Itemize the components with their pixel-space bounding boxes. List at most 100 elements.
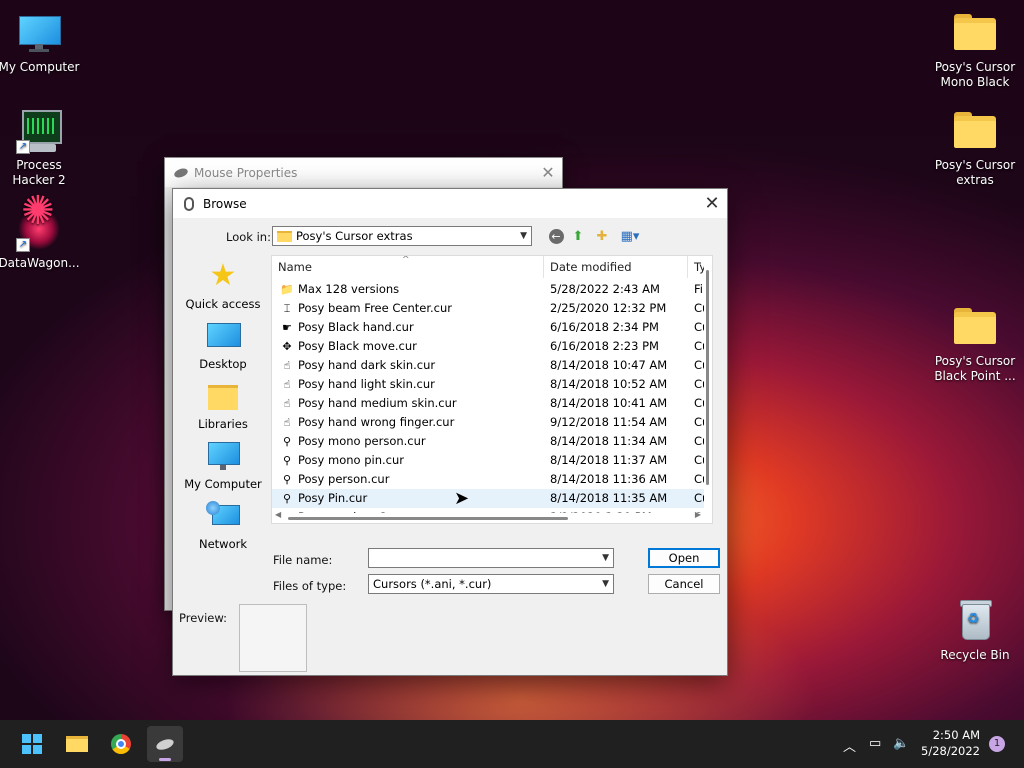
close-button[interactable]: ✕	[534, 163, 562, 182]
view-menu-icon: ▦▾	[620, 229, 640, 244]
desktop-icon-folder-extras[interactable]: Posy's Cursor extras	[932, 108, 1018, 188]
file-date: 8/14/2018 11:37 AM	[550, 453, 668, 467]
file-date: 8/14/2018 11:35 AM	[550, 491, 668, 505]
mouse-pointer-icon: ➤	[454, 488, 470, 509]
file-name: Posy person.cur	[298, 472, 390, 486]
desktop-icon-process-hacker[interactable]: ↗ Process Hacker 2	[0, 108, 82, 188]
file-explorer-icon	[66, 736, 88, 752]
look-in-label: Look in:	[226, 230, 271, 244]
desktop-icon-label: Process Hacker 2	[12, 158, 66, 187]
place-label: Network	[198, 537, 248, 551]
file-name: Posy hand dark skin.cur	[298, 358, 436, 372]
back-button[interactable]: ←	[546, 228, 566, 246]
horizontal-scrollbar[interactable]: ◀ ▶	[272, 510, 704, 523]
file-row[interactable]: ☝ Posy hand light skin.cur 8/14/2018 10:52…	[272, 375, 708, 394]
file-row[interactable]: ☝ Posy hand dark skin.cur 8/14/2018 10:47 …	[272, 356, 708, 375]
file-row[interactable]: ⚲ Posy mono person.cur 8/14/2018 11:34 AM C…	[272, 432, 708, 451]
volume-icon[interactable]: 🔈	[893, 736, 909, 751]
clock-time: 2:50 AM	[932, 728, 980, 742]
cursor-file-icon: ☛	[282, 321, 292, 334]
datawagon-icon: ↗	[16, 204, 62, 252]
files-of-type-value: Cursors (*.ani, *.cur)	[373, 577, 492, 591]
monitor-icon	[206, 441, 240, 471]
file-row[interactable]: ⌶ Posy beam Free Center.cur 2/25/2020 12:3…	[272, 299, 708, 318]
look-in-dropdown[interactable]: Posy's Cursor extras ▼	[272, 226, 532, 246]
new-folder-button[interactable]: ✚	[592, 228, 612, 246]
file-row[interactable]: ☛ Posy Black hand.cur 6/16/2018 2:34 PM Cu	[272, 318, 708, 337]
vertical-scrollbar[interactable]	[704, 256, 712, 523]
place-network[interactable]: Network	[179, 501, 267, 551]
places-bar: ★ Quick access Desktop Libraries My Comp…	[179, 255, 267, 555]
file-row[interactable]: 📁 Max 128 versions 5/28/2022 2:43 AM Fil	[272, 280, 706, 299]
file-name-input[interactable]: ▼	[368, 548, 614, 568]
browse-dialog: Browse ✕ Look in: Posy's Cursor extras ▼…	[172, 188, 728, 676]
chevron-down-icon: ▼	[520, 231, 527, 241]
browse-titlebar[interactable]: Browse ✕	[173, 189, 727, 218]
back-arrow-icon: ←	[548, 229, 564, 244]
column-header-date[interactable]: Date modified	[544, 256, 688, 278]
place-my-computer[interactable]: My Computer	[179, 441, 267, 491]
folder-icon	[952, 108, 998, 154]
network-tray-icon[interactable]: ▭	[869, 736, 881, 751]
chrome-icon	[111, 734, 131, 754]
star-icon: ★	[209, 258, 237, 293]
open-button[interactable]: Open	[648, 548, 720, 568]
files-of-type-dropdown[interactable]: Cursors (*.ani, *.cur) ▼	[368, 574, 614, 594]
monitor-icon	[16, 10, 62, 56]
file-date: 6/16/2018 2:23 PM	[550, 339, 659, 353]
folder-icon: 📁	[280, 283, 294, 296]
file-name: Max 128 versions	[298, 282, 400, 296]
up-folder-button[interactable]: ⬆	[568, 228, 588, 246]
place-quick-access[interactable]: ★ Quick access	[179, 258, 267, 312]
chevron-up-icon[interactable]: ︿	[843, 736, 856, 755]
desktop-icon-my-computer[interactable]: My Computer	[0, 10, 82, 75]
cursor-file-icon: ☝	[283, 359, 291, 372]
chrome-button[interactable]	[103, 726, 139, 762]
scrollbar-thumb[interactable]	[706, 270, 709, 485]
close-button[interactable]: ✕	[697, 193, 727, 214]
file-explorer-button[interactable]	[59, 726, 95, 762]
cursor-file-icon: ☝	[283, 378, 291, 391]
desktop-icon-folder-black-point[interactable]: Posy's Cursor Black Point ...	[932, 304, 1018, 384]
cursor-file-icon: ☝	[283, 397, 291, 410]
file-date: 8/14/2018 10:47 AM	[550, 358, 668, 372]
window-title: Mouse Properties	[194, 165, 298, 180]
file-row[interactable]: ⚲ Posy person.cur 8/14/2018 11:36 AM Cu	[272, 470, 708, 489]
place-label: Libraries	[198, 417, 248, 431]
file-list[interactable]: Name ^ Date modified Ty 📁 Max 128 versions…	[271, 255, 713, 524]
cursor-file-icon: ⚲	[282, 454, 292, 467]
place-desktop[interactable]: Desktop	[179, 321, 267, 371]
file-row[interactable]: ☝ Posy hand wrong finger.cur 9/12/2018 11:…	[272, 413, 708, 432]
file-row[interactable]: ⚲ Posy Pin.cur 8/14/2018 11:35 AM Cu	[272, 489, 708, 508]
file-date: 2/25/2020 12:32 PM	[550, 301, 667, 315]
place-libraries[interactable]: Libraries	[179, 381, 267, 431]
file-name: Posy beam Free Center.cur	[298, 301, 452, 315]
notification-badge[interactable]: 1	[989, 736, 1005, 752]
file-row[interactable]: ⚲ Posy mono pin.cur 8/14/2018 11:37 AM Cu	[272, 451, 708, 470]
paperclip-icon	[184, 196, 194, 211]
chevron-down-icon: ▼	[602, 579, 609, 589]
scrollbar-thumb[interactable]	[288, 517, 568, 520]
file-name: Posy hand medium skin.cur	[298, 396, 457, 410]
file-row[interactable]: ✥ Posy Black move.cur 6/16/2018 2:23 PM Cu	[272, 337, 708, 356]
folder-icon	[952, 10, 998, 56]
mouse-properties-taskbar-button[interactable]	[147, 726, 183, 762]
active-indicator	[159, 758, 171, 761]
desktop-icon-datawagon[interactable]: ↗ DataWagon...	[0, 204, 82, 271]
scroll-right-icon[interactable]: ▶	[695, 510, 701, 519]
start-button[interactable]	[14, 726, 50, 762]
mouse-properties-titlebar[interactable]: Mouse Properties ✕	[165, 158, 562, 187]
file-name: Posy mono pin.cur	[298, 453, 405, 467]
desktop-icon-recycle-bin[interactable]: ♻ Recycle Bin	[932, 598, 1018, 663]
view-menu-button[interactable]: ▦▾	[616, 228, 644, 246]
files-of-type-label: Files of type:	[273, 579, 347, 593]
desktop-icon-folder-mono-black[interactable]: Posy's Cursor Mono Black	[932, 10, 1018, 90]
scroll-left-icon[interactable]: ◀	[275, 510, 281, 519]
file-name: Posy hand wrong finger.cur	[298, 415, 455, 429]
clock[interactable]: 2:50 AM 5/28/2022	[921, 727, 980, 759]
cancel-button[interactable]: Cancel	[648, 574, 720, 594]
file-date: 8/14/2018 11:36 AM	[550, 472, 668, 486]
file-name: Posy Black move.cur	[298, 339, 417, 353]
column-header-name[interactable]: Name ^	[272, 256, 544, 278]
file-row[interactable]: ☝ Posy hand medium skin.cur 8/14/2018 10:4…	[272, 394, 708, 413]
